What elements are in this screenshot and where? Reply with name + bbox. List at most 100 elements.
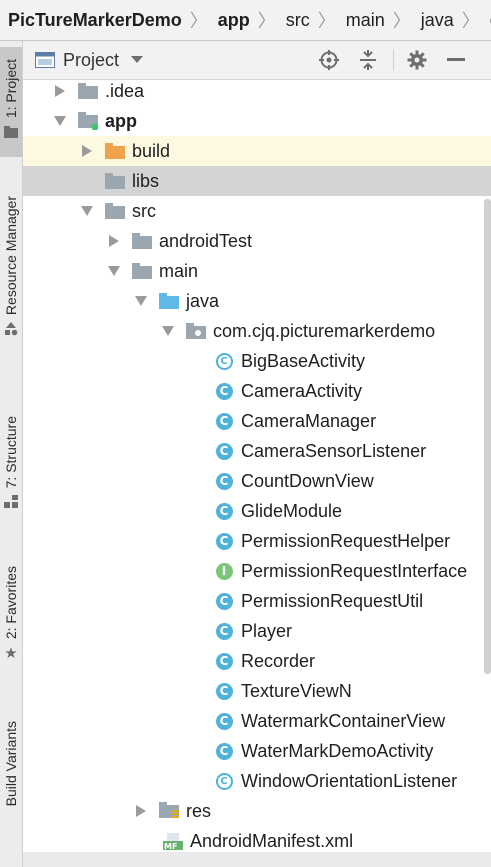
horizontal-scrollbar[interactable] (23, 852, 491, 867)
chevron-down-icon[interactable] (107, 264, 121, 278)
tab-build-variants-label: Build Variants (3, 721, 19, 807)
vertical-scrollbar[interactable] (484, 199, 491, 674)
tree-item-class[interactable]: C PermissionRequestUtil (23, 586, 491, 616)
tree-item-label: TextureViewN (241, 680, 352, 701)
class-icon: C (213, 381, 235, 401)
tree-item-label: build (132, 140, 171, 161)
tree-item-label: com.cjq.picturemarkerdemo (213, 320, 436, 341)
tree-item-label: src (132, 200, 156, 221)
tab-favorites[interactable]: 2: Favorites ★ (0, 566, 22, 681)
package-icon (185, 321, 207, 341)
tree-item-src[interactable]: src (23, 196, 491, 226)
tree-item-label: Recorder (241, 650, 316, 671)
class-icon: C (213, 711, 235, 731)
tree-item-class[interactable]: C GlideModule (23, 496, 491, 526)
class-icon: C (213, 531, 235, 551)
tree-item-label: PermissionRequestHelper (241, 530, 451, 551)
tree-item-class[interactable]: C BigBaseActivity (23, 346, 491, 376)
chevron-right-icon[interactable] (53, 84, 67, 98)
class-icon: C (213, 621, 235, 641)
tree-item-libs[interactable]: libs (23, 166, 491, 196)
class-icon: C (213, 741, 235, 761)
star-icon: ★ (4, 645, 18, 663)
tree-item-main[interactable]: main (23, 256, 491, 286)
tree-item-class[interactable]: C CameraSensorListener (23, 436, 491, 466)
tree-item-class[interactable]: C WaterMarkDemoActivity (23, 736, 491, 766)
tree-item-java[interactable]: java (23, 286, 491, 316)
shapes-icon (3, 321, 19, 337)
tree-item-class[interactable]: C Player (23, 616, 491, 646)
tab-resource-manager-label: Resource Manager (3, 196, 19, 316)
chevron-down-icon[interactable] (161, 324, 175, 338)
svg-text:MF: MF (164, 842, 177, 850)
breadcrumb-main[interactable]: main (338, 0, 391, 40)
chevron-right-icon: 〉 (317, 11, 336, 31)
tab-structure[interactable]: 7: Structure (0, 416, 22, 531)
breadcrumb-src[interactable]: src (278, 0, 316, 40)
project-view-icon (35, 52, 55, 68)
tree-item-label: res (186, 800, 212, 821)
tree-item-label: app (105, 110, 138, 131)
tree-item-class[interactable]: C CameraActivity (23, 376, 491, 406)
chevron-right-icon: 〉 (189, 11, 208, 31)
tab-favorites-label: 2: Favorites (3, 566, 19, 640)
breadcrumb: PicTureMarkerDemo 〉 app 〉 src 〉 main 〉 j… (0, 0, 491, 41)
tree-item-class[interactable]: C WatermarkContainerView (23, 706, 491, 736)
excluded-folder-icon (104, 141, 126, 161)
hide-panel-icon[interactable] (445, 49, 467, 71)
chevron-right-icon[interactable] (134, 804, 148, 818)
chevron-right-icon[interactable] (80, 144, 94, 158)
class-icon: C (213, 411, 235, 431)
chevron-down-icon[interactable] (134, 294, 148, 308)
tree-item-class[interactable]: C CameraManager (23, 406, 491, 436)
tree-item-label: libs (132, 170, 160, 191)
folder-icon (104, 201, 126, 221)
locate-icon[interactable] (318, 49, 340, 71)
chevron-right-icon: 〉 (392, 11, 411, 31)
breadcrumb-java[interactable]: java (413, 0, 460, 40)
gear-icon[interactable] (406, 49, 428, 71)
chevron-down-icon[interactable] (53, 114, 67, 128)
tab-project-label: 1: Project (3, 59, 19, 119)
project-panel-header: Project (23, 41, 491, 80)
tree-item-label: .idea (105, 80, 145, 101)
divider (393, 49, 394, 71)
project-tree: .idea app build libs src androidTest mai… (23, 79, 491, 867)
tree-item-package[interactable]: com.cjq.picturemarkerdemo (23, 316, 491, 346)
tree-item-label: PermissionRequestInterface (241, 560, 468, 581)
tree-item-interface[interactable]: I PermissionRequestInterface (23, 556, 491, 586)
tree-item-label: GlideModule (241, 500, 343, 521)
tree-item-build[interactable]: build (23, 136, 491, 166)
tree-item-class[interactable]: C TextureViewN (23, 676, 491, 706)
tree-item-label: WatermarkContainerView (241, 710, 446, 731)
tab-resource-manager[interactable]: Resource Manager (0, 196, 22, 376)
interface-icon: I (213, 561, 235, 581)
class-icon: C (213, 471, 235, 491)
tree-item-class[interactable]: C WindowOrientationListener (23, 766, 491, 796)
breadcrumb-com[interactable]: com (482, 0, 491, 40)
panel-title[interactable]: Project (63, 50, 119, 71)
breadcrumb-project[interactable]: PicTureMarkerDemo (0, 0, 188, 40)
tab-project[interactable]: 1: Project (0, 47, 22, 157)
chevron-down-icon[interactable] (80, 204, 94, 218)
folder-icon (104, 171, 126, 191)
class-icon: C (213, 651, 235, 671)
resource-folder-icon (158, 801, 180, 821)
tree-item-label: WindowOrientationListener (241, 770, 458, 791)
chevron-right-icon[interactable] (107, 234, 121, 248)
tree-item-class[interactable]: C CountDownView (23, 466, 491, 496)
tree-item-res[interactable]: res (23, 796, 491, 826)
tree-item-label: CountDownView (241, 470, 374, 491)
abstract-class-icon: C (213, 771, 235, 791)
tree-item-idea[interactable]: .idea (23, 79, 491, 106)
breadcrumb-app[interactable]: app (210, 0, 256, 40)
tree-item-app[interactable]: app (23, 106, 491, 136)
tree-item-androidtest[interactable]: androidTest (23, 226, 491, 256)
collapse-all-icon[interactable] (357, 49, 379, 71)
tree-item-class[interactable]: C Recorder (23, 646, 491, 676)
tab-build-variants[interactable]: Build Variants (0, 721, 22, 831)
tree-item-class[interactable]: C PermissionRequestHelper (23, 526, 491, 556)
tree-item-label: main (159, 260, 199, 281)
dropdown-caret-icon[interactable] (131, 56, 144, 64)
tree-item-label: CameraSensorListener (241, 440, 427, 461)
